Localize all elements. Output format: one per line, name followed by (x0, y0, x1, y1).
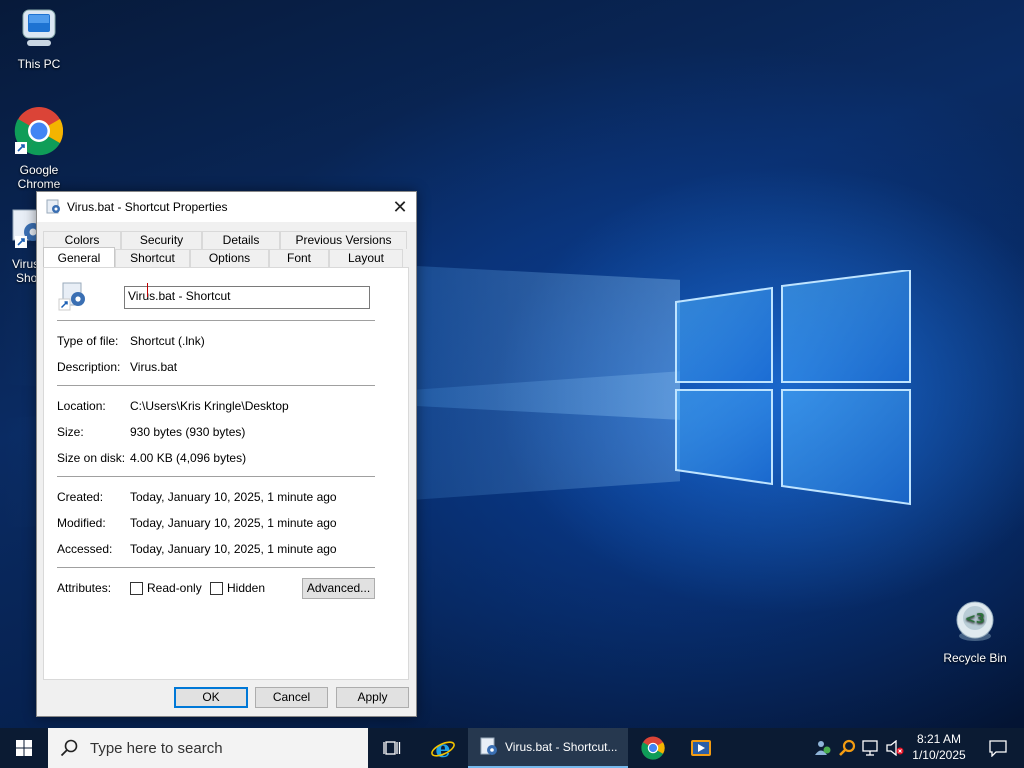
taskbar-window-label: Virus.bat - Shortcut... (505, 740, 618, 754)
taskbar-internet-explorer[interactable]: e (420, 728, 466, 768)
svg-text:<3: <3 (965, 612, 985, 627)
desktop-icon-label: This PC (17, 57, 61, 71)
tab-general[interactable]: General (43, 247, 115, 268)
shortcut-settings-icon (480, 737, 497, 755)
taskbar-clock[interactable]: 8:21 AM 1/10/2025 (904, 731, 974, 763)
read-only-checkbox[interactable]: Read-only (130, 581, 202, 595)
tray-network[interactable] (860, 728, 882, 768)
size-value: 930 bytes (930 bytes) (130, 425, 246, 439)
tab-font[interactable]: Font (269, 249, 329, 267)
divider (57, 567, 375, 568)
checkbox-box[interactable] (210, 581, 223, 595)
modified-label: Modified: (57, 516, 106, 530)
chrome-icon (14, 107, 64, 156)
start-button[interactable] (0, 728, 48, 768)
hidden-label: Hidden (227, 581, 266, 595)
shortcut-settings-icon (58, 282, 85, 311)
clock-date: 1/10/2025 (912, 748, 966, 762)
checkbox-box[interactable] (130, 581, 143, 595)
close-button[interactable]: ✕ (384, 192, 416, 222)
attributes-label: Attributes: (57, 581, 112, 595)
tray-network-user[interactable] (812, 728, 834, 768)
location-label: Location: (57, 399, 106, 413)
divider (57, 476, 375, 477)
type-label: Type of file: (57, 334, 119, 348)
tab-previous-versions[interactable]: Previous Versions (280, 231, 407, 249)
svg-text:e: e (435, 735, 450, 761)
dialog-titlebar[interactable]: Virus.bat - Shortcut Properties ✕ (37, 192, 416, 222)
close-icon: ✕ (392, 196, 408, 217)
read-only-label: Read-only (147, 581, 202, 595)
notification-icon (989, 740, 1007, 757)
windows-start-icon (16, 740, 32, 756)
created-value: Today, January 10, 2025, 1 minute ago (130, 490, 337, 504)
taskbar: Type here to search e Virus.bat - Shortc… (0, 728, 1024, 768)
magnifier-icon (839, 739, 856, 756)
hidden-checkbox[interactable]: Hidden (210, 581, 265, 595)
properties-dialog: Virus.bat - Shortcut Properties ✕ Colors… (36, 191, 417, 717)
description-label: Description: (57, 360, 121, 374)
divider (57, 320, 375, 321)
tab-options[interactable]: Options (190, 249, 269, 267)
task-view-button[interactable] (372, 728, 412, 768)
tab-security[interactable]: Security (121, 231, 202, 249)
tab-shortcut[interactable]: Shortcut (115, 249, 190, 267)
task-view-icon (383, 741, 401, 755)
shortcut-name-input[interactable]: Virus.bat - Shortcut (124, 286, 370, 309)
tray-volume[interactable] (884, 728, 906, 768)
search-placeholder: Type here to search (90, 739, 223, 757)
taskbar-media-player[interactable] (680, 728, 722, 768)
text-cursor-icon (147, 283, 148, 297)
chrome-icon (641, 736, 665, 760)
desktop-icon-this-pc[interactable]: This PC (3, 6, 75, 71)
volume-muted-icon (886, 740, 904, 756)
modified-value: Today, January 10, 2025, 1 minute ago (130, 516, 337, 530)
taskbar-google-chrome[interactable] (632, 728, 674, 768)
tab-details[interactable]: Details (202, 231, 280, 249)
recycle-bin-icon: <3 (956, 601, 994, 641)
desktop-icon-recycle-bin[interactable]: <3 Recycle Bin (939, 600, 1011, 665)
media-player-icon (691, 740, 711, 756)
tab-row-bottom: General Shortcut Options Font Layout (43, 247, 407, 268)
clock-time: 8:21 AM (916, 732, 962, 746)
created-label: Created: (57, 490, 104, 504)
desktop-icon-google-chrome[interactable]: Google Chrome (3, 106, 75, 191)
people-icon (815, 741, 831, 755)
computer-icon (22, 9, 56, 46)
dialog-title: Virus.bat - Shortcut Properties (67, 200, 228, 214)
windows-logo-wallpaper (675, 270, 911, 506)
internet-explorer-icon: e (431, 735, 455, 761)
size-on-disk-value: 4.00 KB (4,096 bytes) (130, 451, 247, 465)
taskbar-search-box[interactable]: Type here to search (48, 728, 368, 768)
accessed-value: Today, January 10, 2025, 1 minute ago (130, 542, 337, 556)
taskbar-window-virus-shortcut[interactable]: Virus.bat - Shortcut... (468, 728, 628, 768)
type-value: Shortcut (.lnk) (130, 334, 205, 348)
action-center-button[interactable] (978, 728, 1018, 768)
tray-search-tool[interactable] (836, 728, 858, 768)
divider (57, 385, 375, 386)
desktop-icon-label: Google Chrome (17, 163, 61, 191)
accessed-label: Accessed: (57, 542, 113, 556)
size-on-disk-label: Size on disk: (57, 451, 126, 465)
size-label: Size: (57, 425, 84, 439)
ok-button[interactable]: OK (174, 687, 248, 708)
advanced-button[interactable]: Advanced... (302, 578, 375, 599)
tab-strip: Colors Security Details Previous Version… (43, 231, 407, 268)
shortcut-settings-icon (46, 199, 60, 214)
general-tab-panel (43, 267, 409, 680)
description-value: Virus.bat (130, 360, 178, 374)
cancel-button[interactable]: Cancel (255, 687, 328, 708)
network-icon (862, 740, 878, 756)
apply-button[interactable]: Apply (336, 687, 409, 708)
tab-layout[interactable]: Layout (329, 249, 403, 267)
desktop-icon-label: Recycle Bin (943, 651, 1007, 665)
location-value: C:\Users\Kris Kringle\Desktop (130, 399, 289, 413)
search-icon (60, 739, 78, 757)
